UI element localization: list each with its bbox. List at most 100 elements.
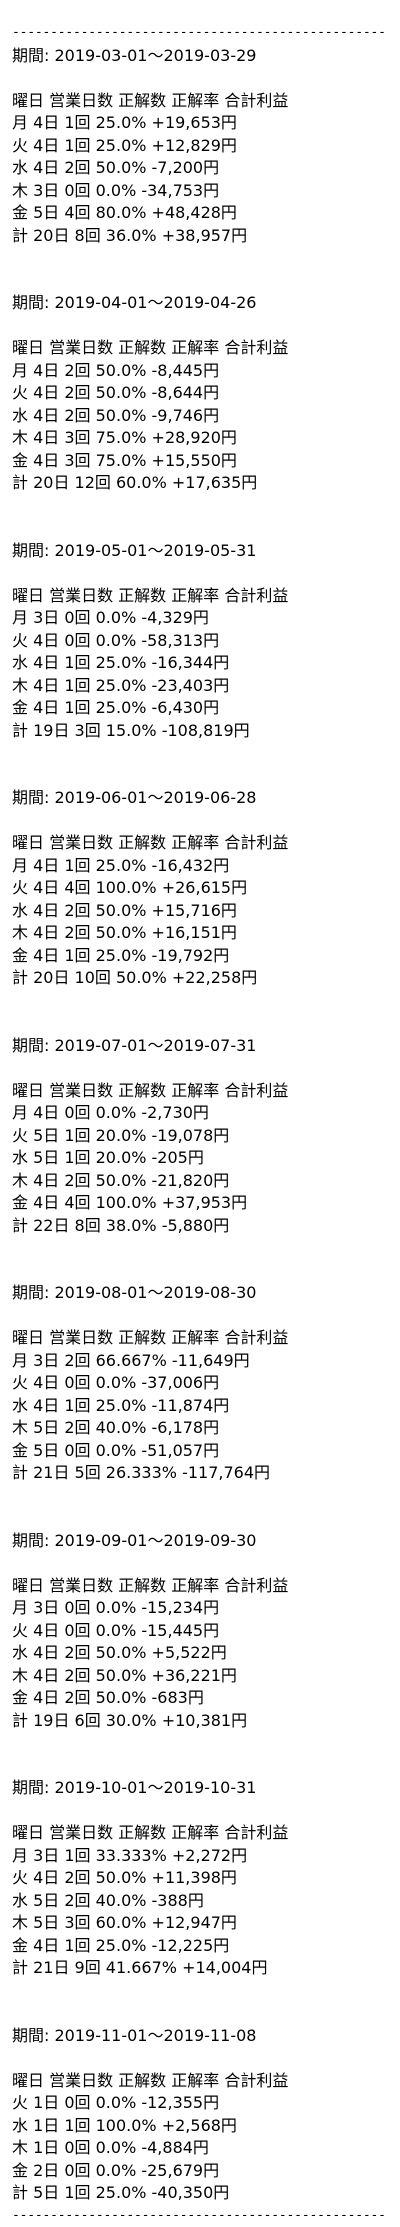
weekday-row: 火 1日 0回 0.0% -12,355円 bbox=[12, 2092, 388, 2115]
weekday-row: 月 3日 0回 0.0% -4,329円 bbox=[12, 607, 388, 630]
section-gap bbox=[12, 1732, 388, 1777]
section-gap bbox=[12, 247, 388, 292]
period-section: 期間: 2019-07-01～2019-07-31 曜日 営業日数 正解数 正解率… bbox=[12, 1035, 388, 1283]
column-header: 曜日 営業日数 正解数 正解率 合計利益 bbox=[12, 90, 388, 113]
period-section: 期間: 2019-10-01～2019-10-31 曜日 営業日数 正解数 正解率… bbox=[12, 1777, 388, 2025]
blank-line bbox=[12, 2047, 388, 2070]
section-gap bbox=[12, 990, 388, 1035]
weekday-row: 金 4日 1回 25.0% -6,430円 bbox=[12, 697, 388, 720]
weekday-row: 月 4日 1回 25.0% -16,432円 bbox=[12, 855, 388, 878]
weekday-row: 木 4日 2回 50.0% -21,820円 bbox=[12, 1170, 388, 1193]
weekday-row: 木 4日 3回 75.0% +28,920円 bbox=[12, 427, 388, 450]
column-header: 曜日 営業日数 正解数 正解率 合計利益 bbox=[12, 2070, 388, 2093]
weekday-row: 木 1日 0回 0.0% -4,884円 bbox=[12, 2137, 388, 2160]
blank-line bbox=[12, 1057, 388, 1080]
weekday-row: 木 5日 2回 40.0% -6,178円 bbox=[12, 1417, 388, 1440]
weekday-row: 金 4日 3回 75.0% +15,550円 bbox=[12, 450, 388, 473]
weekday-row: 水 4日 1回 25.0% -16,344円 bbox=[12, 652, 388, 675]
period-sections: 期間: 2019-03-01～2019-03-29 曜日 営業日数 正解数 正解率… bbox=[12, 45, 388, 2205]
period-title: 期間: 2019-10-01～2019-10-31 bbox=[12, 1777, 388, 1800]
weekday-row: 金 5日 0回 0.0% -51,057円 bbox=[12, 1440, 388, 1463]
weekday-row: 木 3日 0回 0.0% -34,753円 bbox=[12, 180, 388, 203]
blank-line bbox=[12, 1552, 388, 1575]
weekday-row: 月 4日 0回 0.0% -2,730円 bbox=[12, 1102, 388, 1125]
period-title: 期間: 2019-03-01～2019-03-29 bbox=[12, 45, 388, 68]
blank-line bbox=[12, 315, 388, 338]
total-row: 計 5日 1回 25.0% -40,350円 bbox=[12, 2182, 388, 2205]
total-row: 計 19日 6回 30.0% +10,381円 bbox=[12, 1710, 388, 1733]
column-header: 曜日 営業日数 正解数 正解率 合計利益 bbox=[12, 1575, 388, 1598]
period-title: 期間: 2019-07-01～2019-07-31 bbox=[12, 1035, 388, 1058]
weekday-row: 金 2日 0回 0.0% -25,679円 bbox=[12, 2160, 388, 2183]
bottom-separator: ----------------------------------------… bbox=[12, 2205, 388, 2227]
weekday-row: 水 4日 2回 50.0% -9,746円 bbox=[12, 405, 388, 428]
period-section: 期間: 2019-09-01～2019-09-30 曜日 営業日数 正解数 正解率… bbox=[12, 1530, 388, 1778]
column-header: 曜日 営業日数 正解数 正解率 合計利益 bbox=[12, 337, 388, 360]
period-section: 期間: 2019-06-01～2019-06-28 曜日 営業日数 正解数 正解率… bbox=[12, 787, 388, 1035]
weekday-row: 金 4日 2回 50.0% -683円 bbox=[12, 1687, 388, 1710]
weekday-row: 木 4日 2回 50.0% +36,221円 bbox=[12, 1665, 388, 1688]
weekday-row: 水 5日 2回 40.0% -388円 bbox=[12, 1890, 388, 1913]
weekday-row: 水 5日 1回 20.0% -205円 bbox=[12, 1147, 388, 1170]
weekday-row: 金 4日 1回 25.0% -19,792円 bbox=[12, 945, 388, 968]
period-title: 期間: 2019-05-01～2019-05-31 bbox=[12, 540, 388, 563]
weekday-row: 木 4日 2回 50.0% +16,151円 bbox=[12, 922, 388, 945]
weekday-row: 火 4日 0回 0.0% -15,445円 bbox=[12, 1620, 388, 1643]
weekday-row: 水 4日 2回 50.0% +15,716円 bbox=[12, 900, 388, 923]
section-gap bbox=[12, 1237, 388, 1282]
weekday-row: 水 1日 1回 100.0% +2,568円 bbox=[12, 2115, 388, 2138]
weekday-row: 火 5日 1回 20.0% -19,078円 bbox=[12, 1125, 388, 1148]
weekday-row: 水 4日 1回 25.0% -11,874円 bbox=[12, 1395, 388, 1418]
report-document: ----------------------------------------… bbox=[0, 0, 400, 2227]
weekday-row: 金 5日 4回 80.0% +48,428円 bbox=[12, 202, 388, 225]
total-row: 計 21日 9回 41.667% +14,004円 bbox=[12, 1957, 388, 1980]
weekday-row: 木 4日 1回 25.0% -23,403円 bbox=[12, 675, 388, 698]
total-row: 計 22日 8回 38.0% -5,880円 bbox=[12, 1215, 388, 1238]
weekday-row: 火 4日 2回 50.0% +11,398円 bbox=[12, 1867, 388, 1890]
period-title: 期間: 2019-06-01～2019-06-28 bbox=[12, 787, 388, 810]
total-row: 計 19日 3回 15.0% -108,819円 bbox=[12, 720, 388, 743]
weekday-row: 月 4日 2回 50.0% -8,445円 bbox=[12, 360, 388, 383]
total-row: 計 20日 10回 50.0% +22,258円 bbox=[12, 967, 388, 990]
weekday-row: 月 3日 0回 0.0% -15,234円 bbox=[12, 1597, 388, 1620]
weekday-row: 月 4日 1回 25.0% +19,653円 bbox=[12, 112, 388, 135]
total-row: 計 20日 8回 36.0% +38,957円 bbox=[12, 225, 388, 248]
section-gap bbox=[12, 1485, 388, 1530]
period-title: 期間: 2019-04-01～2019-04-26 bbox=[12, 292, 388, 315]
period-title: 期間: 2019-11-01～2019-11-08 bbox=[12, 2025, 388, 2048]
weekday-row: 火 4日 0回 0.0% -37,006円 bbox=[12, 1372, 388, 1395]
weekday-row: 水 4日 2回 50.0% +5,522円 bbox=[12, 1642, 388, 1665]
column-header: 曜日 営業日数 正解数 正解率 合計利益 bbox=[12, 1327, 388, 1350]
blank-line bbox=[12, 562, 388, 585]
period-section: 期間: 2019-05-01～2019-05-31 曜日 営業日数 正解数 正解率… bbox=[12, 540, 388, 788]
section-gap bbox=[12, 742, 388, 787]
blank-line bbox=[12, 1305, 388, 1328]
top-separator: ----------------------------------------… bbox=[12, 22, 388, 45]
weekday-row: 木 5日 3回 60.0% +12,947円 bbox=[12, 1912, 388, 1935]
period-title: 期間: 2019-08-01～2019-08-30 bbox=[12, 1282, 388, 1305]
period-section: 期間: 2019-03-01～2019-03-29 曜日 営業日数 正解数 正解率… bbox=[12, 45, 388, 293]
weekday-row: 金 4日 4回 100.0% +37,953円 bbox=[12, 1192, 388, 1215]
section-gap bbox=[12, 495, 388, 540]
weekday-row: 火 4日 2回 50.0% -8,644円 bbox=[12, 382, 388, 405]
section-gap bbox=[12, 1980, 388, 2025]
weekday-row: 金 4日 1回 25.0% -12,225円 bbox=[12, 1935, 388, 1958]
column-header: 曜日 営業日数 正解数 正解率 合計利益 bbox=[12, 585, 388, 608]
blank-line bbox=[12, 810, 388, 833]
period-title: 期間: 2019-09-01～2019-09-30 bbox=[12, 1530, 388, 1553]
weekday-row: 火 4日 4回 100.0% +26,615円 bbox=[12, 877, 388, 900]
column-header: 曜日 営業日数 正解数 正解率 合計利益 bbox=[12, 1822, 388, 1845]
weekday-row: 月 3日 2回 66.667% -11,649円 bbox=[12, 1350, 388, 1373]
column-header: 曜日 営業日数 正解数 正解率 合計利益 bbox=[12, 832, 388, 855]
weekday-row: 火 4日 0回 0.0% -58,313円 bbox=[12, 630, 388, 653]
period-section: 期間: 2019-08-01～2019-08-30 曜日 営業日数 正解数 正解率… bbox=[12, 1282, 388, 1530]
blank-line bbox=[12, 67, 388, 90]
weekday-row: 水 4日 2回 50.0% -7,200円 bbox=[12, 157, 388, 180]
blank-line bbox=[12, 1800, 388, 1823]
weekday-row: 火 4日 1回 25.0% +12,829円 bbox=[12, 135, 388, 158]
column-header: 曜日 営業日数 正解数 正解率 合計利益 bbox=[12, 1080, 388, 1103]
total-row: 計 20日 12回 60.0% +17,635円 bbox=[12, 472, 388, 495]
total-row: 計 21日 5回 26.333% -117,764円 bbox=[12, 1462, 388, 1485]
period-section: 期間: 2019-04-01～2019-04-26 曜日 営業日数 正解数 正解率… bbox=[12, 292, 388, 540]
period-section: 期間: 2019-11-01～2019-11-08 曜日 営業日数 正解数 正解率… bbox=[12, 2025, 388, 2205]
